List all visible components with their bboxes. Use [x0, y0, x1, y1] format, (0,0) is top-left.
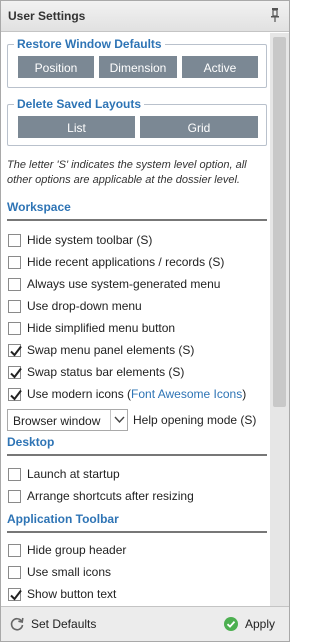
option-label: Hide recent applications / records (S) [27, 255, 225, 269]
settings-content: Restore Window Defaults Position Dimensi… [1, 33, 269, 606]
apply-label: Apply [245, 617, 276, 631]
checkbox[interactable] [8, 543, 21, 557]
set-defaults-button[interactable]: Set Defaults [9, 614, 96, 634]
system-level-note: The letter 'S' indicates the system leve… [7, 159, 247, 186]
workspace-divider [7, 219, 267, 221]
option-swap-status-bar[interactable]: Swap status bar elements (S) [8, 363, 184, 381]
list-button[interactable]: List [18, 116, 135, 138]
checkbox[interactable] [8, 565, 21, 579]
dimension-button[interactable]: Dimension [99, 56, 177, 78]
restore-defaults-title: Restore Window Defaults [14, 37, 165, 51]
option-label: Swap status bar elements (S) [27, 365, 185, 379]
option-launch-at-startup[interactable]: Launch at startup [8, 465, 120, 483]
option-label: Swap menu panel elements (S) [27, 343, 195, 357]
option-label: Use modern icons ( [27, 387, 132, 401]
help-mode-label: Help opening mode (S) [133, 413, 257, 427]
app-toolbar-divider [7, 531, 267, 533]
pin-icon[interactable] [269, 7, 281, 23]
check-circle-icon [224, 617, 238, 631]
window-title: User Settings [8, 9, 86, 23]
option-label: Arrange shortcuts after resizing [27, 489, 194, 503]
checkmark-icon [10, 589, 22, 601]
option-hide-group-header[interactable]: Hide group header [8, 541, 126, 559]
checkbox[interactable] [8, 489, 21, 503]
option-label: Hide simplified menu button [27, 321, 176, 335]
font-awesome-link[interactable]: Font Awesome Icons [131, 387, 242, 401]
set-defaults-label: Set Defaults [31, 617, 97, 631]
scrollbar-thumb[interactable] [273, 37, 286, 407]
checkbox[interactable] [8, 255, 21, 269]
delete-layouts-group: Delete Saved Layouts List Grid [7, 97, 267, 146]
option-show-button-text[interactable]: Show button text [8, 585, 116, 603]
help-mode-value: Browser window [13, 414, 101, 428]
option-label: Launch at startup [27, 467, 120, 481]
delete-layouts-title: Delete Saved Layouts [14, 97, 145, 111]
option-always-system-menu[interactable]: Always use system-generated menu [8, 275, 220, 293]
desktop-divider [7, 454, 267, 456]
option-hide-simplified-menu[interactable]: Hide simplified menu button [8, 319, 175, 337]
option-label: Always use system-generated menu [27, 277, 221, 291]
option-hide-recent-applications[interactable]: Hide recent applications / records (S) [8, 253, 224, 271]
checkbox-checked[interactable] [8, 587, 22, 601]
chevron-down-icon [114, 416, 125, 424]
app-toolbar-heading: Application Toolbar [7, 512, 119, 526]
footer-bar: Set Defaults Apply [1, 606, 289, 641]
option-label: Use small icons [27, 565, 112, 579]
option-arrange-shortcuts[interactable]: Arrange shortcuts after resizing [8, 487, 194, 505]
checkbox-checked[interactable] [8, 365, 22, 379]
user-settings-panel: User Settings Restore Window Defaults Po… [0, 0, 290, 642]
option-label-suffix: ) [242, 387, 247, 401]
active-button[interactable]: Active [182, 56, 258, 78]
vertical-scrollbar[interactable] [270, 33, 289, 606]
option-hide-system-toolbar[interactable]: Hide system toolbar (S) [8, 231, 152, 249]
checkbox-checked[interactable] [8, 343, 22, 357]
checkbox-checked[interactable] [8, 387, 22, 401]
checkmark-icon [10, 389, 22, 401]
option-label: Show button text [27, 587, 117, 601]
option-use-dropdown-menu[interactable]: Use drop-down menu [8, 297, 142, 315]
checkbox[interactable] [8, 321, 21, 335]
option-label: Hide group header [27, 543, 127, 557]
option-use-small-icons[interactable]: Use small icons [8, 563, 111, 581]
checkmark-icon [10, 345, 22, 357]
desktop-heading: Desktop [7, 435, 55, 449]
workspace-heading: Workspace [7, 200, 71, 214]
option-label: Hide system toolbar (S) [27, 233, 153, 247]
option-use-modern-icons[interactable]: Use modern icons (Font Awesome Icons) [8, 385, 246, 403]
option-swap-menu-panel[interactable]: Swap menu panel elements (S) [8, 341, 194, 359]
apply-button[interactable]: Apply [223, 614, 275, 634]
grid-button[interactable]: Grid [140, 116, 258, 138]
position-button[interactable]: Position [18, 56, 94, 78]
title-bar: User Settings [1, 1, 289, 32]
checkbox[interactable] [8, 277, 21, 291]
checkbox[interactable] [8, 299, 21, 313]
help-mode-select[interactable]: Browser window [7, 409, 128, 431]
restore-defaults-group: Restore Window Defaults Position Dimensi… [7, 37, 267, 88]
dropdown-arrow[interactable] [110, 410, 127, 430]
checkbox[interactable] [8, 233, 21, 247]
option-label: Use drop-down menu [27, 299, 142, 313]
checkbox[interactable] [8, 467, 21, 481]
reset-icon [10, 617, 24, 631]
checkmark-icon [10, 367, 22, 379]
